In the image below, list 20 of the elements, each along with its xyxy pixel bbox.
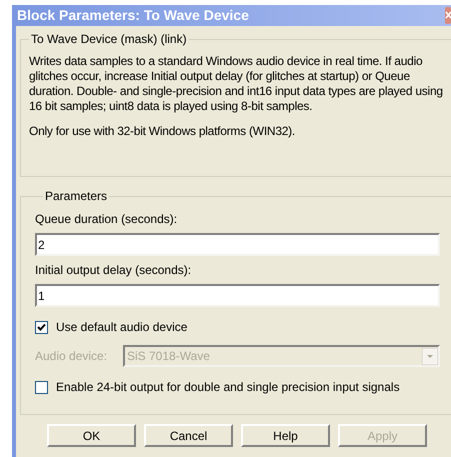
dialog-button[interactable]: Help — [241, 424, 330, 447]
dialog-button[interactable]: OK — [47, 424, 136, 447]
group-title: Parameters — [44, 188, 108, 205]
dialog-button[interactable]: Cancel — [144, 424, 233, 447]
checkbox-label: Use default audio device — [56, 319, 188, 336]
close-icon[interactable] — [445, 7, 451, 24]
checkbox[interactable] — [35, 320, 48, 334]
field-label: Audio device: — [35, 348, 108, 365]
description-text: Writes data samples to a standard Windows audio device in real time. If audio glitches occur, increase Initial output delay (for glitches at startup) or Queue duration. Double- and single-precision and int16 input data types are played using 16 bit samples; uint8 data is played using 8-bit samples. — [29, 54, 444, 114]
input-field[interactable]: 2 — [35, 233, 440, 256]
field-label: Initial output delay (seconds): — [35, 262, 192, 278]
group-title: To Wave Device (mask) (link) — [30, 31, 188, 48]
input-field[interactable]: 1 — [35, 284, 440, 307]
field-label: Queue duration (seconds): — [35, 211, 178, 227]
checkbox[interactable] — [35, 380, 48, 394]
window-title: Block Parameters: To Wave Device — [16, 6, 249, 25]
dropdown-arrow-icon — [422, 348, 438, 364]
checkmark-icon — [37, 322, 46, 332]
checkbox-label: Enable 24-bit output for double and single precision input signals — [56, 379, 400, 396]
description-text: Only for use with 32-bit Windows platforms (WIN32). — [29, 124, 296, 139]
